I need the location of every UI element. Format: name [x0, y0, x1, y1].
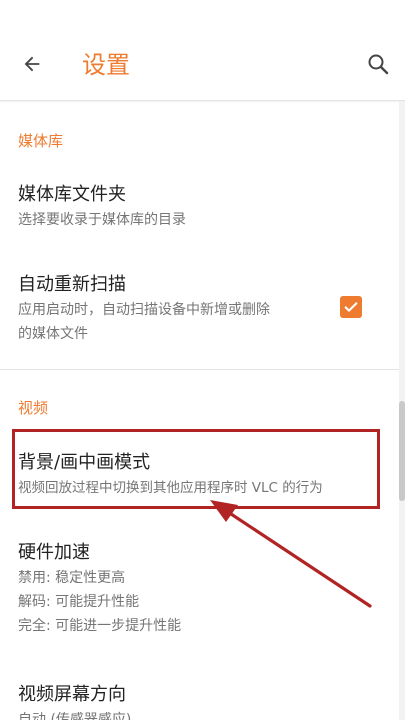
section-divider: [0, 369, 405, 370]
app-bar: 设置: [0, 0, 405, 101]
pref-title: 自动重新扫描: [18, 274, 126, 295]
pref-media-library-folders[interactable]: 媒体库文件夹 选择要收录于媒体库的目录: [0, 171, 395, 241]
category-video: 视频: [18, 399, 49, 417]
pref-summary: 选择要收录于媒体库的目录: [18, 212, 186, 228]
pref-summary-line-3: 完全: 可能进一步提升性能: [18, 618, 182, 634]
pref-title: 视频屏幕方向: [18, 684, 126, 705]
checkmark-icon: [344, 302, 358, 312]
pref-auto-rescan[interactable]: 自动重新扫描 应用启动时，自动扫描设备中新增或删除 的媒体文件: [0, 261, 395, 351]
scrollbar-thumb[interactable]: [399, 401, 405, 501]
pref-title: 媒体库文件夹: [18, 184, 126, 205]
pref-summary: 视频回放过程中切换到其他应用程序时 VLC 的行为: [18, 480, 323, 496]
scrollbar-track[interactable]: [399, 101, 405, 720]
pref-hardware-acceleration[interactable]: 硬件加速 禁用: 稳定性更高 解码: 可能提升性能 完全: 可能进一步提升性能: [0, 531, 395, 651]
category-media-library: 媒体库: [18, 132, 64, 150]
settings-list: 媒体库 媒体库文件夹 选择要收录于媒体库的目录 自动重新扫描 应用启动时，自动扫…: [0, 101, 405, 720]
pref-summary-line-2: 解码: 可能提升性能: [18, 594, 140, 610]
pref-summary-line-1: 应用启动时，自动扫描设备中新增或删除: [18, 302, 270, 318]
pref-video-screen-orientation[interactable]: 视频屏幕方向 自动 (传感器感应): [0, 673, 395, 720]
arrow-back-icon: [24, 56, 40, 72]
auto-rescan-checkbox[interactable]: [340, 296, 362, 318]
search-icon: [368, 54, 389, 75]
search-button[interactable]: [360, 46, 396, 82]
back-button[interactable]: [14, 46, 50, 82]
page-title: 设置: [82, 51, 130, 79]
pref-title: 硬件加速: [18, 542, 90, 563]
pref-background-pip-mode[interactable]: 背景/画中画模式 视频回放过程中切换到其他应用程序时 VLC 的行为: [0, 439, 395, 505]
pref-summary-line-1: 禁用: 稳定性更高: [18, 570, 126, 586]
pref-title: 背景/画中画模式: [18, 452, 151, 473]
pref-summary: 自动 (传感器感应): [18, 712, 132, 720]
pref-summary-line-2: 的媒体文件: [18, 326, 88, 342]
